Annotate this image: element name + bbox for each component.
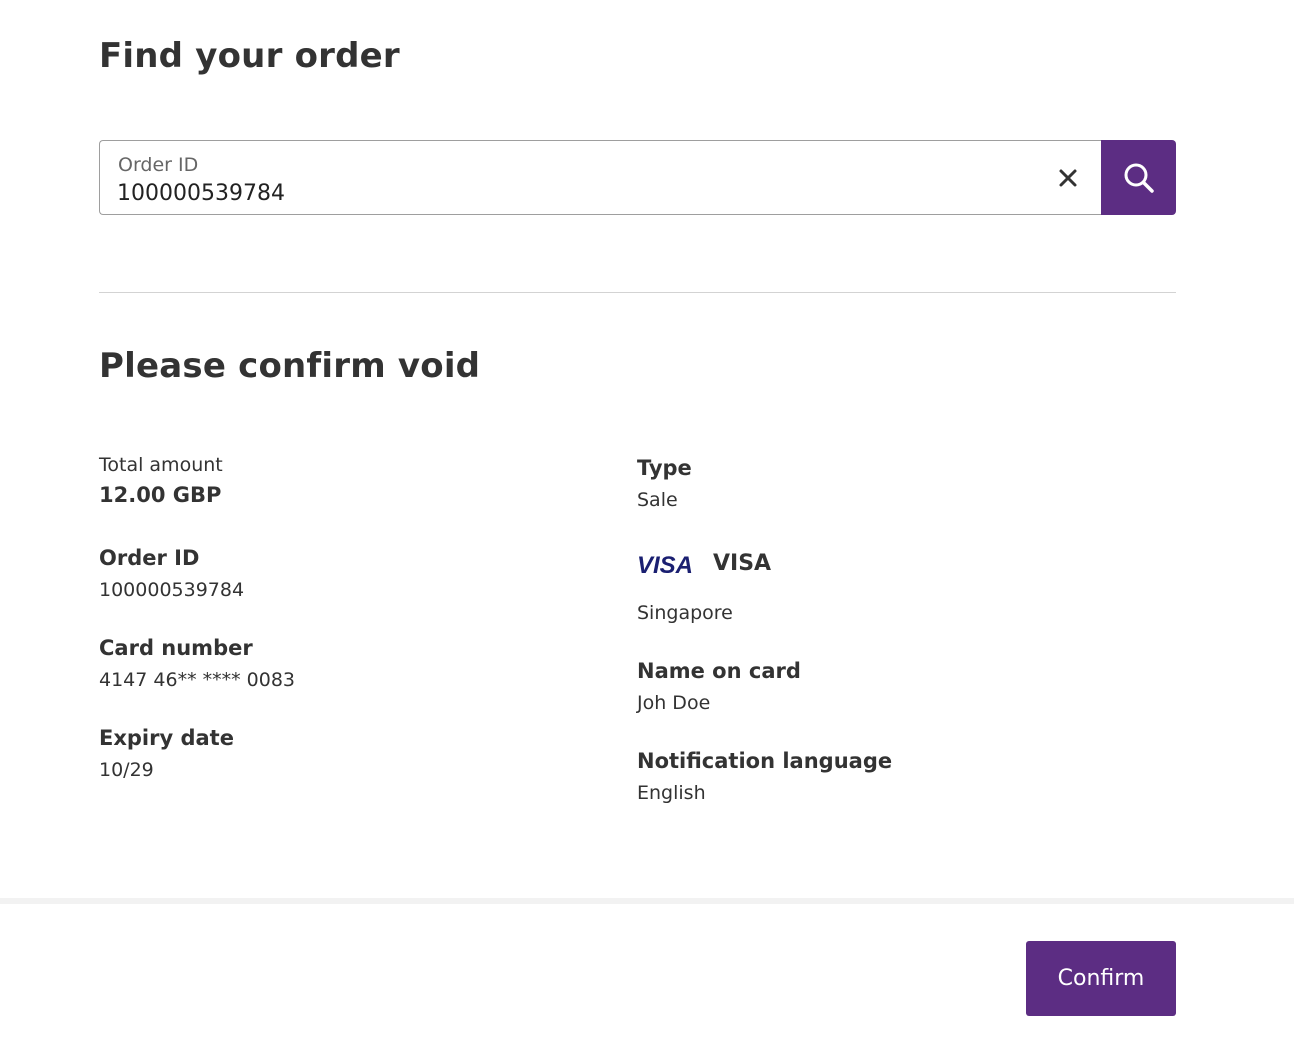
total-amount-label: Total amount [99,454,223,476]
type-info: Type Sale [637,454,692,513]
search-icon [1124,163,1154,193]
section-divider [99,292,1176,293]
card-number-label: Card number [99,636,253,660]
name-on-card-label: Name on card [637,659,801,683]
visa-logo-icon: VISA [637,552,694,579]
total-amount: Total amount 12.00 GBP [99,452,223,509]
confirm-title: Please confirm void [99,346,481,386]
card-country: Singapore [637,600,733,626]
type-label: Type [637,456,692,480]
notification-language-value: English [637,782,706,804]
order-search: Order ID [99,140,1176,215]
order-id-info-label: Order ID [99,546,200,570]
card-number-value: 4147 46** **** 0083 [99,669,296,691]
expiry-date-value: 10/29 [99,759,154,781]
expiry-date-label: Expiry date [99,726,234,750]
confirm-button[interactable]: Confirm [1026,941,1176,1016]
order-id-info: Order ID 100000539784 [99,544,244,603]
footer-divider [0,898,1294,904]
clear-icon[interactable] [1055,165,1081,191]
total-amount-value: 12.00 GBP [99,483,222,507]
card-country-value: Singapore [637,602,733,624]
card-brand-label: VISA [713,551,772,576]
type-value: Sale [637,489,678,511]
name-on-card-value: Joh Doe [637,692,711,714]
page-title: Find your order [99,36,400,76]
order-id-info-value: 100000539784 [99,579,245,601]
order-id-field[interactable]: Order ID [99,140,1101,215]
search-button[interactable] [1101,140,1176,215]
notification-language: Notification language English [637,747,892,806]
expiry-date: Expiry date 10/29 [99,724,234,783]
order-id-input[interactable] [117,181,1017,206]
card-number: Card number 4147 46** **** 0083 [99,634,295,693]
order-id-label: Order ID [118,154,199,176]
name-on-card: Name on card Joh Doe [637,657,801,716]
notification-language-label: Notification language [637,749,893,773]
